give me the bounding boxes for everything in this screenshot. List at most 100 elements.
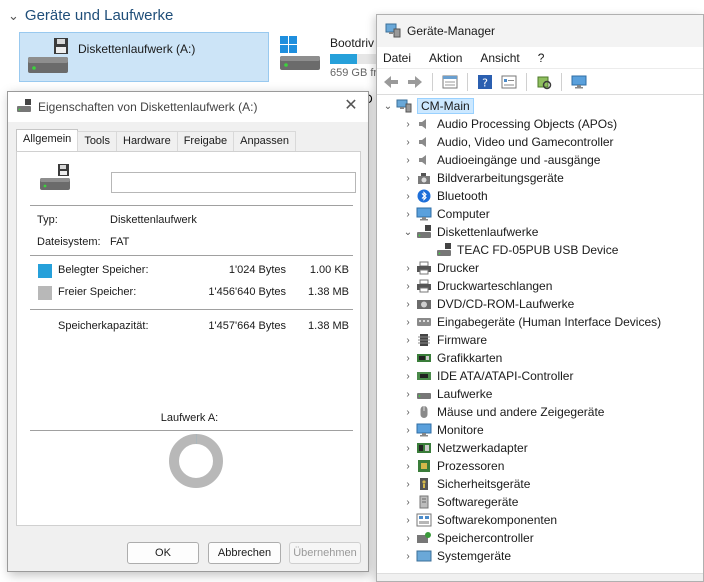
tree-category[interactable]: › Monitore [377,421,703,439]
tree-category[interactable]: › Druckwarteschlangen [377,277,703,295]
devmgr-titlebar[interactable]: Geräte-Manager [377,15,703,47]
apply-button[interactable]: Übernehmen [289,542,361,564]
tab-freigabe[interactable]: Freigabe [176,131,235,151]
divider [30,205,353,206]
free-space-bytes: 1'456'640 Bytes [208,286,286,298]
tree-category-label: Speichercontroller [437,531,534,545]
tree-category[interactable]: › Audio, Video und Gamecontroller [377,133,703,151]
chevron-right-icon[interactable]: › [401,389,415,400]
menu-help[interactable]: ? [538,51,545,65]
menu-ansicht[interactable]: Ansicht [480,51,519,65]
chevron-right-icon[interactable]: › [401,137,415,148]
tree-category[interactable]: › Computer [377,205,703,223]
tree-category[interactable]: › IDE ATA/ATAPI-Controller [377,367,703,385]
help-icon[interactable]: ? [475,72,495,92]
chevron-right-icon[interactable]: › [401,353,415,364]
chevron-right-icon[interactable]: › [401,407,415,418]
chevron-right-icon[interactable]: › [401,497,415,508]
tree-category[interactable]: › Softwarekomponenten [377,511,703,529]
dialog-titlebar[interactable]: Eigenschaften von Diskettenlaufwerk (A:) [8,92,368,122]
chevron-right-icon[interactable]: › [401,335,415,346]
floppy-drive-tile[interactable]: Diskettenlaufwerk (A:) [19,32,269,82]
chevron-right-icon[interactable]: › [401,425,415,436]
menu-aktion[interactable]: Aktion [429,51,462,65]
chevron-right-icon[interactable]: › [401,461,415,472]
tree-category[interactable]: › Netzwerkadapter [377,439,703,457]
tree-category[interactable]: › Audioeingänge und -ausgänge [377,151,703,169]
tree-category[interactable]: › Mäuse und andere Zeigegeräte [377,403,703,421]
tree-category[interactable]: › Grafikkarten [377,349,703,367]
chevron-right-icon[interactable]: › [401,299,415,310]
ok-button[interactable]: OK [127,542,199,564]
horizontal-scrollbar[interactable] [377,573,703,581]
chevron-down-icon[interactable]: ⌄ [401,227,415,238]
chevron-down-icon[interactable]: ⌄ [381,101,395,112]
tree-category[interactable]: › Sicherheitsgeräte [377,475,703,493]
tree-category-label: Bluetooth [437,189,488,203]
tree-category[interactable]: › Bluetooth [377,187,703,205]
tree-category-label: Softwaregeräte [437,495,519,509]
tree-device[interactable]: TEAC FD-05PUB USB Device [377,241,703,259]
security-icon [415,476,433,492]
tree-category[interactable]: › DVD/CD-ROM-Laufwerke [377,295,703,313]
tree-category[interactable]: › Laufwerke [377,385,703,403]
tab-allgemein[interactable]: Allgemein [16,129,79,151]
tree-category-label: Monitore [437,423,484,437]
filesystem-value: FAT [110,236,130,248]
close-icon[interactable]: ✕ [342,97,360,115]
tree-category[interactable]: › Eingabegeräte (Human Interface Devices) [377,313,703,331]
chevron-right-icon[interactable]: › [401,209,415,220]
chevron-right-icon[interactable]: › [401,281,415,292]
tree-category-label: Drucker [437,261,480,275]
tree-category[interactable]: › Audio Processing Objects (APOs) [377,115,703,133]
chevron-right-icon[interactable]: › [401,443,415,454]
tree-category[interactable]: ⌄ Diskettenlaufwerke [377,223,703,241]
floppy-drive-icon [435,242,453,258]
menu-datei[interactable]: Datei [383,51,411,65]
root-label: CM-Main [417,98,474,114]
chevron-right-icon[interactable]: › [401,551,415,562]
scan-hardware-icon[interactable] [534,72,554,92]
devices-section-header[interactable]: ⌄ Geräte und Laufwerke [8,7,173,24]
chevron-right-icon[interactable]: › [401,371,415,382]
chevron-right-icon[interactable]: › [401,119,415,130]
tree-category[interactable]: › Prozessoren [377,457,703,475]
drive-name-input[interactable] [111,172,356,193]
floppy-drive-icon [415,224,433,240]
chevron-right-icon[interactable]: › [401,515,415,526]
chevron-right-icon[interactable]: › [401,479,415,490]
tree-category[interactable]: › Speichercontroller [377,529,703,547]
properties-view-icon[interactable] [440,72,460,92]
monitor-update-icon[interactable] [569,72,589,92]
speaker-icon [415,134,433,150]
forward-arrow-icon[interactable] [405,72,425,92]
tree-category[interactable]: › Softwaregeräte [377,493,703,511]
chevron-right-icon[interactable]: › [401,173,415,184]
back-arrow-icon[interactable] [381,72,401,92]
boot-drive-tile[interactable]: Bootdriv 659 GB fr [278,32,390,82]
chevron-right-icon[interactable]: › [401,191,415,202]
tree-root[interactable]: ⌄ CM-Main [377,97,703,115]
free-space-swatch [38,286,52,300]
system-icon [415,548,433,564]
tree-category[interactable]: › Drucker [377,259,703,277]
tree-category[interactable]: › Bildverarbeitungsgeräte [377,169,703,187]
chevron-right-icon[interactable]: › [401,533,415,544]
tab-anpassen[interactable]: Anpassen [233,131,297,151]
chevron-right-icon[interactable]: › [401,317,415,328]
view-list-icon[interactable] [499,72,519,92]
tree-category[interactable]: › Systemgeräte [377,547,703,565]
hid-icon [415,314,433,330]
chevron-right-icon[interactable]: › [401,263,415,274]
capacity-label: Speicherkapazität: [58,320,149,332]
tree-device-label: TEAC FD-05PUB USB Device [457,243,619,257]
chevron-right-icon[interactable]: › [401,155,415,166]
tab-hardware[interactable]: Hardware [116,131,178,151]
cancel-button[interactable]: Abbrechen [208,542,281,564]
dialog-title: Eigenschaften von Diskettenlaufwerk (A:) [38,100,258,114]
network-icon [415,440,433,456]
tree-category[interactable]: › Firmware [377,331,703,349]
monitor-icon [415,422,433,438]
speaker-icon [415,116,433,132]
tab-tools[interactable]: Tools [77,131,117,151]
